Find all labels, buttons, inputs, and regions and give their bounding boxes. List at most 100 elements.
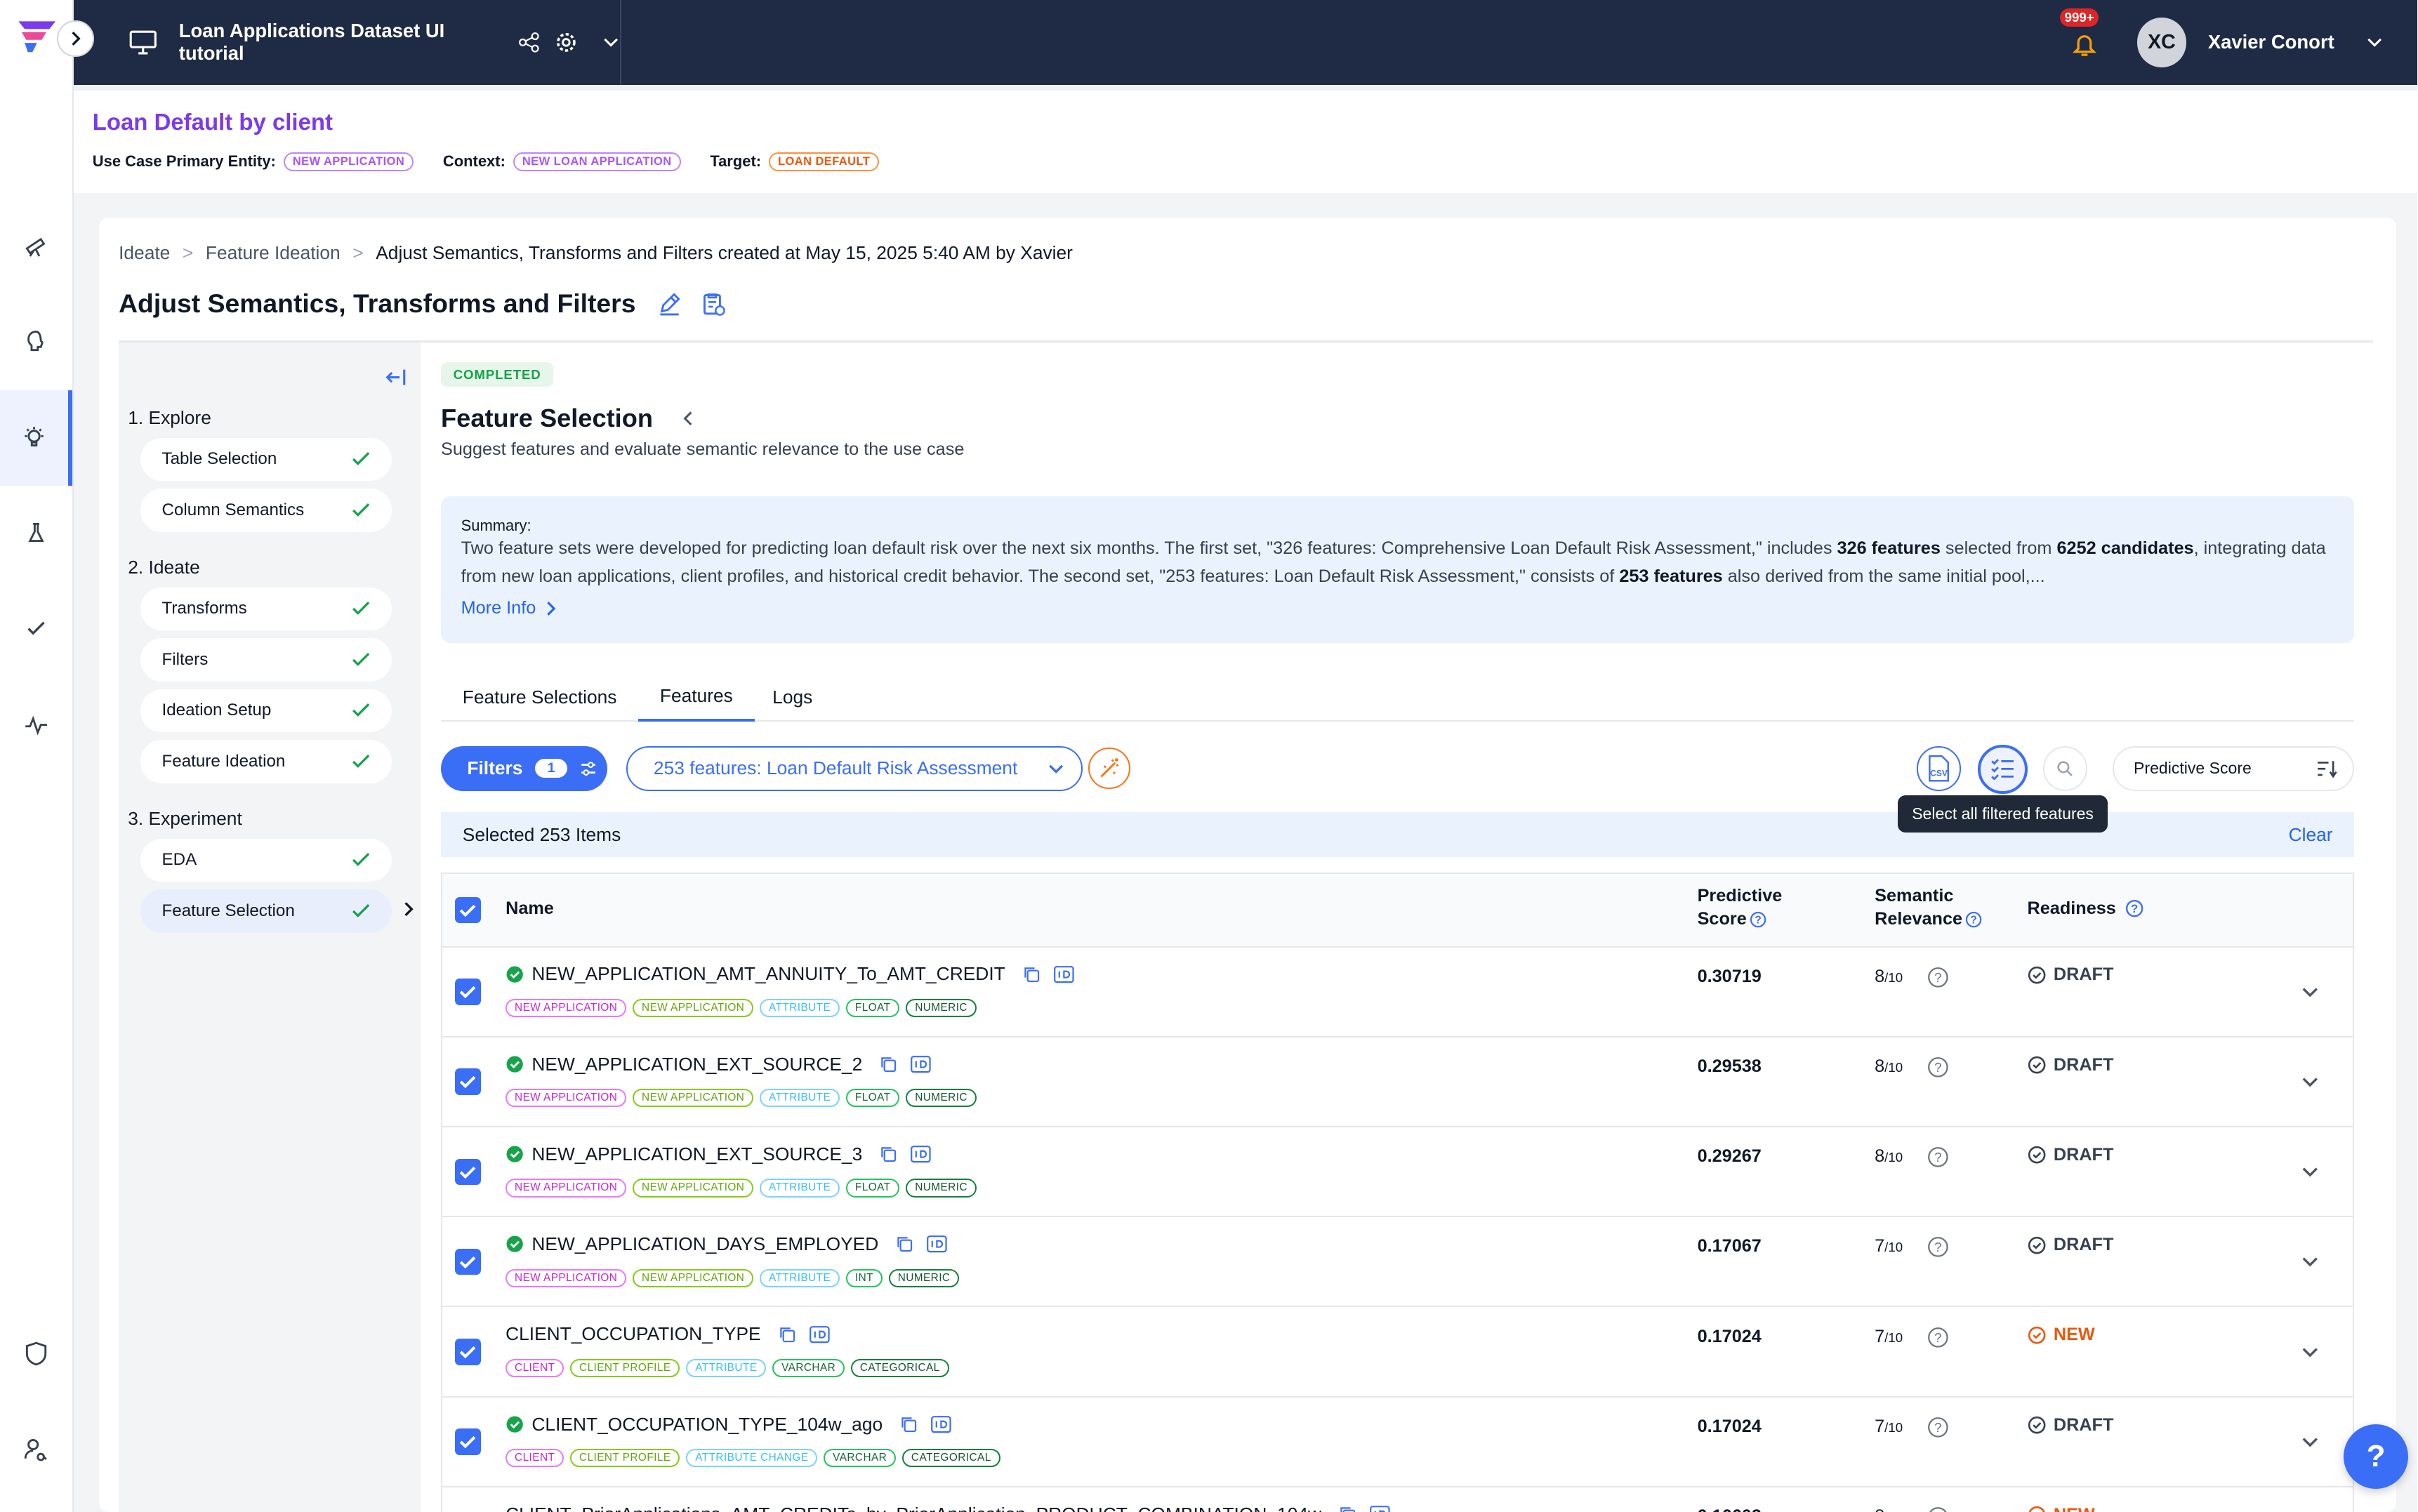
collapse-panel-icon[interactable] [383, 365, 407, 390]
step-eda[interactable]: EDA [140, 838, 392, 882]
table-row[interactable]: NEW_APPLICATION_AMT_ANNUITY_To_AMT_CREDI… [442, 948, 2353, 1037]
user-name[interactable]: Xavier Conort [2208, 31, 2334, 53]
copy-icon[interactable] [778, 1325, 796, 1344]
feature-name[interactable]: NEW_APPLICATION_EXT_SOURCE_2 [531, 1054, 862, 1075]
activity-icon[interactable] [0, 677, 72, 772]
search-button[interactable] [2042, 745, 2088, 791]
id-icon[interactable] [910, 1055, 932, 1073]
column-semantic-relevance[interactable]: Semantic Relevance? [1875, 884, 1982, 931]
chevron-right-icon[interactable] [401, 900, 416, 918]
table-row[interactable]: NEW_APPLICATION_EXT_SOURCE_3 NEW APPLICAT… [442, 1128, 2353, 1218]
copy-icon[interactable] [895, 1235, 913, 1253]
id-icon[interactable] [1369, 1505, 1391, 1512]
gear-icon[interactable] [555, 32, 577, 53]
step-feature-ideation[interactable]: Feature Ideation [140, 740, 392, 783]
help-button[interactable]: ? [2343, 1424, 2409, 1490]
more-info-link[interactable]: More Info [461, 598, 557, 618]
id-icon[interactable] [809, 1325, 831, 1344]
step-table-selection[interactable]: Table Selection [140, 437, 392, 482]
feature-name[interactable]: NEW_APPLICATION_DAYS_EMPLOYED [531, 1233, 878, 1255]
id-icon[interactable] [930, 1415, 952, 1433]
help-circle-icon[interactable]: ? [1927, 1327, 1949, 1348]
id-icon[interactable] [1053, 965, 1075, 983]
brain-icon[interactable] [0, 293, 72, 388]
csv-download-button[interactable]: CSV [1916, 745, 1962, 791]
id-icon[interactable] [926, 1235, 948, 1253]
lightbulb-icon[interactable] [0, 390, 73, 486]
step-ideation-setup[interactable]: Ideation Setup [140, 689, 392, 733]
clipboard-info-icon[interactable] [701, 291, 725, 316]
row-checkbox[interactable] [454, 1428, 481, 1455]
help-circle-icon[interactable]: ? [1750, 911, 1766, 928]
table-row[interactable]: NEW_APPLICATION_EXT_SOURCE_2 NEW APPLICAT… [442, 1038, 2353, 1127]
feature-name[interactable]: NEW_APPLICATION_EXT_SOURCE_3 [531, 1143, 862, 1165]
filters-button[interactable]: Filters 1 [441, 745, 608, 791]
select-all-checkbox[interactable] [454, 896, 481, 924]
breadcrumb-feature-ideation[interactable]: Feature Ideation [206, 242, 341, 264]
telescope-icon[interactable] [0, 197, 72, 293]
feature-name[interactable]: NEW_APPLICATION_AMT_ANNUITY_To_AMT_CREDI… [531, 963, 1005, 985]
id-icon[interactable] [910, 1145, 932, 1163]
breadcrumb-ideate[interactable]: Ideate [119, 242, 170, 264]
help-circle-icon[interactable]: ? [1927, 1236, 1949, 1258]
edit-icon[interactable] [657, 291, 682, 316]
table-row[interactable]: CLIENT_OCCUPATION_TYPE CLIENT CLIENT PROFI… [442, 1308, 2353, 1398]
chevron-down-icon[interactable] [2300, 1162, 2320, 1182]
feature-name[interactable]: CLIENT_OCCUPATION_TYPE [506, 1323, 761, 1345]
chevron-down-icon[interactable] [2300, 1342, 2320, 1362]
shield-icon[interactable] [0, 1306, 72, 1401]
magic-wand-icon[interactable] [1088, 748, 1130, 790]
chevron-down-icon[interactable] [2300, 1072, 2320, 1092]
table-row[interactable]: NEW_APPLICATION_DAYS_EMPLOYED NEW APPLICA… [442, 1218, 2353, 1308]
row-checkbox[interactable] [454, 1248, 481, 1275]
table-row[interactable]: CLIENT_PriorApplications_AMT_CREDITs_by_… [442, 1488, 2353, 1512]
column-name[interactable]: Name [506, 898, 554, 919]
copy-icon[interactable] [1338, 1505, 1356, 1512]
copy-icon[interactable] [879, 1145, 897, 1163]
share-icon[interactable] [518, 32, 540, 53]
help-circle-icon[interactable]: ? [1927, 1417, 1949, 1438]
help-circle-icon[interactable]: ? [1927, 1506, 1949, 1512]
use-case-title[interactable]: Loan Default by client [93, 109, 333, 135]
chevron-down-icon[interactable] [2300, 1432, 2320, 1452]
chevron-down-icon[interactable] [2300, 1252, 2320, 1272]
copy-icon[interactable] [1022, 965, 1040, 983]
help-circle-icon[interactable]: ? [1927, 1146, 1949, 1168]
flask-icon[interactable] [0, 486, 72, 581]
feature-name[interactable]: CLIENT_OCCUPATION_TYPE_104w_ago [531, 1414, 883, 1435]
help-circle-icon[interactable]: ? [1927, 967, 1949, 988]
tab-logs[interactable]: Logs [751, 674, 834, 722]
row-checkbox[interactable] [454, 979, 481, 1005]
chevron-left-icon[interactable] [680, 409, 696, 427]
check-icon[interactable] [0, 581, 72, 677]
user-search-icon[interactable] [0, 1401, 72, 1497]
project-selector[interactable]: Loan Applications Dataset UI tutorial [74, 0, 621, 85]
sort-select[interactable]: Predictive Score [2112, 745, 2355, 791]
step-column-semantics[interactable]: Column Semantics [140, 489, 392, 532]
feature-name[interactable]: CLIENT_PriorApplications_AMT_CREDITs_by_… [506, 1504, 1321, 1512]
table-row[interactable]: CLIENT_OCCUPATION_TYPE_104w_ago CLIENT CLI… [442, 1398, 2353, 1487]
copy-icon[interactable] [899, 1415, 918, 1433]
bell-icon[interactable]: 999+ [2060, 8, 2106, 61]
expand-sidebar-icon[interactable] [57, 20, 94, 58]
step-feature-selection[interactable]: Feature Selection [140, 889, 392, 933]
step-filters[interactable]: Filters [140, 638, 392, 682]
tab-feature-selections[interactable]: Feature Selections [441, 674, 638, 722]
help-circle-icon[interactable]: ? [2125, 899, 2143, 917]
chevron-down-icon[interactable] [2300, 982, 2320, 1002]
row-checkbox[interactable] [454, 1068, 481, 1095]
chevron-down-icon[interactable] [2365, 33, 2384, 51]
row-checkbox[interactable] [454, 1158, 481, 1186]
select-all-filtered-button[interactable] [1978, 744, 2028, 794]
feature-set-select[interactable]: 253 features: Loan Default Risk Assessme… [626, 745, 1083, 791]
row-checkbox[interactable] [454, 1339, 481, 1365]
column-readiness[interactable]: Readiness ? [2028, 898, 2144, 919]
tab-features[interactable]: Features [638, 674, 755, 722]
step-transforms[interactable]: Transforms [140, 587, 392, 631]
column-predictive-score[interactable]: Predictive Score? [1698, 884, 1783, 931]
copy-icon[interactable] [879, 1055, 897, 1073]
help-circle-icon[interactable]: ? [1927, 1056, 1949, 1078]
avatar[interactable]: XC [2136, 18, 2187, 67]
help-circle-icon[interactable]: ? [1965, 911, 1982, 928]
clear-selection-link[interactable]: Clear [2289, 824, 2333, 846]
